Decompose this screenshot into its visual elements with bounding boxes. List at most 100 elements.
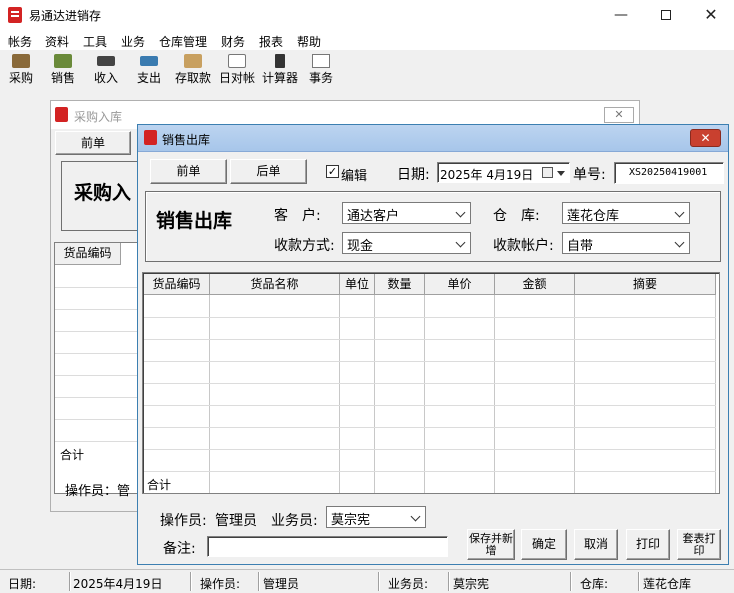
menu-tools[interactable]: 工具 [83, 33, 107, 50]
items-grid[interactable]: 货品编码 货品名称 单位 数量 单价 金额 摘要 合计 [142, 272, 720, 494]
col-goods-name[interactable]: 货品名称 [210, 274, 340, 295]
next-record-button[interactable]: 后单 [230, 159, 307, 184]
col-amount[interactable]: 金额 [495, 274, 575, 295]
app-title: 易通达进销存 [29, 9, 102, 23]
date-value: 2025年 4月19日 [440, 168, 534, 182]
sales-heading: 销售出库 [156, 210, 233, 232]
table-row [144, 339, 716, 340]
table-row [144, 383, 716, 384]
salesman-label: 业务员: [271, 513, 318, 529]
customer-value: 通达客户 [347, 209, 400, 224]
chevron-down-icon [410, 511, 421, 522]
col-unit-price[interactable]: 单价 [425, 274, 495, 295]
purchase-operator-label: 操作员：管 [65, 484, 131, 499]
status-date-value: 2025年4月19日 [73, 577, 163, 591]
number-field[interactable]: XS20250419001 [614, 162, 724, 184]
remark-label: 备注: [163, 541, 196, 557]
status-salesman-label: 业务员: [388, 577, 429, 591]
date-picker[interactable]: 2025年 4月19日 [437, 162, 570, 183]
menu-finance[interactable]: 财务 [221, 33, 245, 50]
payment-method-select[interactable]: 现金 [342, 232, 471, 254]
warehouse-label: 仓 库: [493, 208, 540, 224]
warehouse-select[interactable]: 莲花仓库 [562, 202, 690, 224]
deposit-icon [184, 54, 202, 68]
edit-checkbox[interactable]: ✓ [326, 165, 339, 178]
purchase-heading-box: 采购入 [61, 161, 141, 231]
table-row [144, 427, 716, 428]
purchase-grid: 货品编码 合计 [54, 242, 140, 494]
purchase-grid-col-code: 货品编码 [55, 243, 121, 265]
purchase-prev-button[interactable]: 前单 [55, 131, 131, 155]
save-and-new-button[interactable]: 保存并新增 [467, 529, 515, 560]
sales-window-titlebar: 销售出库 ✕ [138, 125, 728, 152]
warehouse-value: 莲花仓库 [567, 209, 620, 224]
calendar-icon[interactable] [542, 167, 553, 178]
date-dropdown-arrow-icon[interactable] [557, 171, 565, 176]
salesman-select[interactable]: 莫宗宪 [326, 506, 426, 528]
print-button[interactable]: 打印 [626, 529, 670, 560]
toolbar-daily-reconcile[interactable]: 日对帐 [216, 51, 258, 86]
toolbar-affairs-label: 事务 [308, 71, 333, 85]
close-button[interactable]: ✕ [688, 0, 734, 30]
menu-data[interactable]: 资料 [45, 33, 69, 50]
payment-account-value: 自带 [567, 239, 594, 254]
status-warehouse-value: 莲花仓库 [643, 577, 692, 591]
maximize-button[interactable] [643, 0, 689, 30]
affairs-icon [312, 54, 330, 68]
menu-help[interactable]: 帮助 [297, 33, 321, 50]
menu-accounts[interactable]: 帐务 [8, 33, 32, 50]
sales-window-title: 销售出库 [162, 133, 211, 147]
menu-warehouse[interactable]: 仓库管理 [159, 33, 207, 50]
remark-input[interactable] [207, 536, 448, 557]
toolbar-daily-reconcile-label: 日对帐 [218, 71, 255, 85]
toolbar-purchase[interactable]: 采购 [6, 51, 36, 86]
customer-label: 客 户: [274, 208, 321, 224]
number-value: XS20250419001 [629, 167, 708, 178]
purchase-icon [12, 54, 30, 68]
col-unit[interactable]: 单位 [340, 274, 375, 295]
total-label: 合计 [147, 478, 172, 492]
payment-account-select[interactable]: 自带 [562, 232, 690, 254]
sales-window-close-button[interactable]: ✕ [690, 129, 721, 147]
purchase-heading: 采购入 [74, 182, 132, 204]
edit-checkbox-label: 编辑 [341, 169, 368, 184]
table-row [144, 317, 716, 318]
col-goods-code[interactable]: 货品编码 [144, 274, 210, 295]
title-bar: 易通达进销存 — ✕ [0, 0, 734, 30]
window-logo-icon [144, 130, 157, 145]
toolbar-expense-label: 支出 [136, 71, 161, 85]
table-row [144, 405, 716, 406]
toolbar-purchase-label: 采购 [8, 71, 33, 85]
toolbar-affairs[interactable]: 事务 [306, 51, 336, 86]
status-operator-value: 管理员 [263, 577, 300, 591]
toolbar-deposit[interactable]: 存取款 [172, 51, 214, 86]
toolbar-expense[interactable]: 支出 [134, 51, 164, 86]
salesman-value: 莫宗宪 [331, 513, 371, 528]
income-icon [97, 56, 115, 66]
status-operator-label: 操作员: [200, 577, 241, 591]
date-label: 日期: [397, 167, 430, 183]
daily-reconcile-icon [228, 54, 246, 68]
menu-reports[interactable]: 报表 [259, 33, 283, 50]
menu-bar: 帐务 资料 工具 业务 仓库管理 财务 报表 帮助 [0, 30, 734, 50]
prev-record-button[interactable]: 前单 [150, 159, 227, 184]
toolbar-sales[interactable]: 销售 [48, 51, 78, 86]
menu-business[interactable]: 业务 [121, 33, 145, 50]
minimize-button[interactable]: — [598, 0, 644, 30]
col-quantity[interactable]: 数量 [375, 274, 425, 295]
purchase-total-label: 合计 [60, 448, 85, 462]
operator-label: 操作员: [160, 513, 207, 529]
customer-select[interactable]: 通达客户 [342, 202, 471, 224]
toolbar-income-label: 收入 [93, 71, 118, 85]
purchase-window-close-button[interactable]: ✕ [604, 107, 634, 123]
operator-value: 管理员 [215, 513, 257, 529]
cancel-button[interactable]: 取消 [574, 529, 618, 560]
sales-header-box: 销售出库 客 户: 通达客户 仓 库: 莲花仓库 收款方式: 现金 收款帐户: … [145, 191, 721, 262]
toolbar: 采购 销售 收入 支出 存取款 日对帐 计算器 事务 [0, 51, 734, 91]
status-warehouse-label: 仓库: [580, 577, 609, 591]
toolbar-calculator[interactable]: 计算器 [259, 51, 301, 86]
template-print-button[interactable]: 套表打印 [677, 529, 721, 560]
toolbar-income[interactable]: 收入 [91, 51, 121, 86]
col-summary[interactable]: 摘要 [575, 274, 716, 295]
ok-button[interactable]: 确定 [521, 529, 567, 560]
